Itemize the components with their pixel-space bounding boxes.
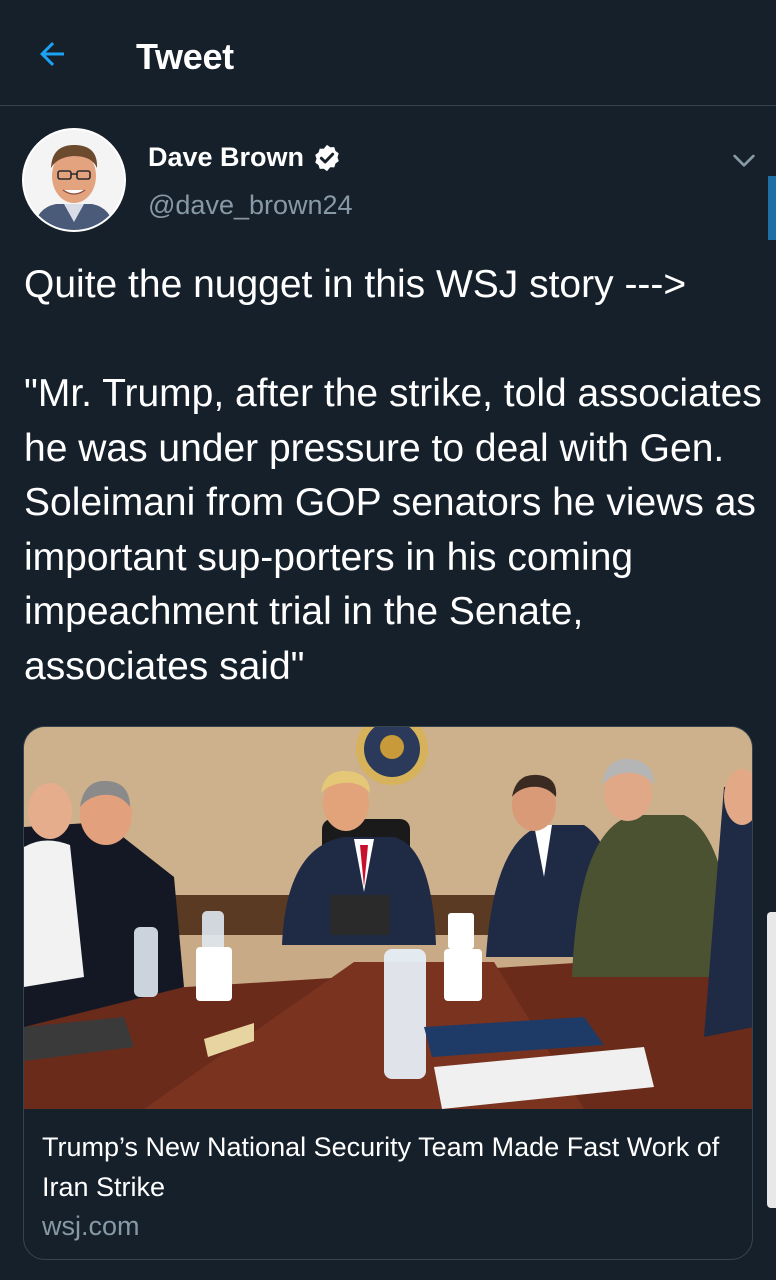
more-options-button[interactable]: [728, 144, 760, 176]
side-panel-edge: [767, 912, 776, 1208]
card-title: Trump’s New National Security Team Made …: [42, 1132, 720, 1202]
avatar[interactable]: [22, 128, 126, 232]
page-title: Tweet: [136, 36, 234, 77]
chevron-down-icon: [733, 154, 755, 167]
author-name[interactable]: Dave Brown: [148, 142, 342, 173]
card-domain: wsj.com: [42, 1211, 140, 1241]
article-photo: [24, 727, 752, 1109]
author-name-text: Dave Brown: [148, 142, 305, 172]
scroll-indicator: [768, 176, 776, 240]
link-preview-card[interactable]: Trump’s New National Security Team Made …: [23, 726, 753, 1260]
arrow-left-icon: [40, 42, 64, 66]
profile-photo: [24, 130, 124, 230]
tweet-text: Quite the nugget in this WSJ story ---> …: [24, 263, 762, 688]
top-bar: Tweet: [0, 0, 776, 106]
author-handle[interactable]: @dave_brown24: [148, 190, 353, 221]
verified-badge-icon: [315, 144, 339, 171]
back-button[interactable]: [28, 30, 76, 78]
